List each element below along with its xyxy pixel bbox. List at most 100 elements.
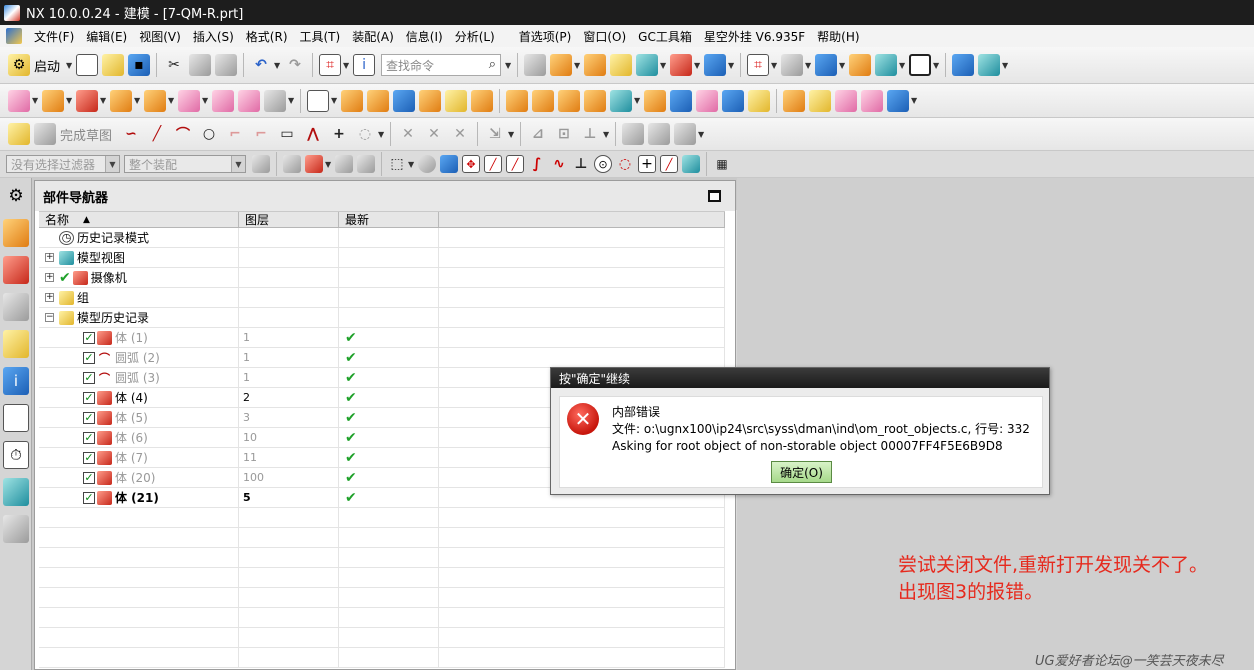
draft-icon[interactable] — [506, 89, 528, 112]
menu-edit[interactable]: 编辑(E) — [80, 28, 133, 45]
menu-info[interactable]: 信息(I) — [400, 28, 449, 45]
snap-face-icon[interactable] — [682, 155, 700, 173]
rectangle-icon[interactable]: ▭ — [276, 123, 298, 145]
background-dropdown-icon[interactable]: ▼ — [933, 61, 941, 70]
menu-gc-toolbox[interactable]: GC工具箱 — [632, 28, 698, 45]
sew-icon[interactable] — [644, 89, 666, 112]
column-name-header[interactable]: 名称 ▲ — [39, 212, 239, 227]
datum-axis-icon[interactable] — [42, 89, 64, 112]
intersect-icon[interactable] — [393, 89, 415, 112]
snap-center-icon[interactable]: ⊙ — [594, 155, 612, 173]
feature-checkbox[interactable]: ✓ — [83, 391, 95, 404]
history-icon[interactable] — [3, 404, 29, 432]
chamfer-icon[interactable] — [471, 89, 493, 112]
dialog-title-bar[interactable]: 按"确定"继续 — [551, 368, 1049, 388]
extrude-icon[interactable] — [110, 89, 132, 112]
unite-icon[interactable] — [341, 89, 363, 112]
spline-dropdown-icon[interactable]: ▼ — [378, 130, 386, 139]
feature-checkbox[interactable]: ✓ — [83, 411, 95, 424]
snap-endpoint-icon[interactable]: ✥ — [462, 155, 480, 173]
part-navigator-icon[interactable] — [3, 293, 29, 321]
split-body-icon[interactable] — [610, 89, 632, 112]
pattern-dropdown-icon[interactable]: ▼ — [288, 96, 296, 105]
start-button[interactable]: 启动 — [34, 56, 60, 75]
datum-axis-dropdown-icon[interactable]: ▼ — [66, 96, 74, 105]
start-icon[interactable]: ⚙ — [8, 54, 30, 76]
column-latest-header[interactable]: 最新 — [339, 212, 439, 227]
polygon-icon[interactable]: ⋀ — [302, 123, 324, 145]
fit-all-dropdown-icon[interactable]: ▼ — [771, 61, 779, 70]
menu-analysis[interactable]: 分析(L) — [449, 28, 501, 45]
snap-midpoint-icon[interactable]: ╱ — [506, 155, 524, 173]
paste-icon[interactable] — [215, 54, 238, 76]
finish-sketch-button[interactable]: 完成草图 — [60, 125, 112, 144]
shaded-dropdown-icon[interactable]: ▼ — [839, 61, 847, 70]
rapid-dimension-icon[interactable]: ⊡ — [553, 123, 575, 145]
hole-icon[interactable] — [178, 89, 200, 112]
block-icon[interactable] — [783, 89, 805, 112]
analysis-tool-icon[interactable] — [610, 54, 633, 76]
chevron-down-icon[interactable]: ▼ — [231, 156, 245, 172]
selection-scope-select[interactable]: 整个装配 ▼ — [124, 155, 246, 173]
fit-dropdown-icon[interactable]: ▼ — [343, 61, 351, 70]
finish-sketch-icon[interactable] — [34, 123, 56, 145]
boss-icon[interactable] — [212, 89, 234, 112]
auto-constraint-icon[interactable] — [648, 123, 671, 145]
new-file-icon[interactable] — [76, 54, 99, 76]
feature-row-arc-2[interactable]: ✓ ⌒ 圆弧 (2) 1 ✔ — [39, 348, 725, 368]
feature-row-body-1[interactable]: ✓ 体 (1) 1 ✔ — [39, 328, 725, 348]
feature-checkbox[interactable]: ✓ — [83, 371, 95, 384]
view-orient-icon[interactable] — [875, 54, 898, 76]
sheet-dropdown-icon[interactable]: ▼ — [331, 96, 339, 105]
render-dropdown-icon[interactable]: ▼ — [805, 61, 813, 70]
snap-point-icon[interactable]: + — [638, 155, 656, 173]
transform-dropdown-icon[interactable]: ▼ — [1002, 61, 1010, 70]
snap-icon[interactable] — [584, 54, 607, 76]
shaded-cube-icon[interactable] — [815, 54, 838, 76]
line-icon[interactable]: ╱ — [146, 123, 168, 145]
tree-row-groups[interactable]: + 组 — [39, 288, 725, 308]
feature-checkbox[interactable]: ✓ — [83, 451, 95, 464]
rectangle-select-icon[interactable]: ⬚ — [388, 155, 406, 173]
roles-icon[interactable] — [3, 515, 29, 543]
circle-icon[interactable]: ○ — [198, 123, 220, 145]
through-curves-icon[interactable] — [861, 89, 883, 112]
cube-select-icon[interactable] — [440, 155, 458, 173]
wcs-dropdown-icon[interactable]: ▼ — [574, 61, 582, 70]
blend-icon[interactable] — [445, 89, 467, 112]
spline-icon[interactable]: ◌ — [354, 123, 376, 145]
expand-toggle-icon[interactable]: + — [45, 253, 54, 262]
surface-dropdown-icon[interactable]: ▼ — [911, 96, 919, 105]
background-icon[interactable] — [909, 54, 932, 76]
menu-view[interactable]: 视图(V) — [133, 28, 187, 45]
revolve-dropdown-icon[interactable]: ▼ — [168, 96, 176, 105]
constraint-navigator-icon[interactable] — [3, 256, 29, 284]
studio-surface-icon[interactable] — [887, 89, 909, 112]
fit-all-icon[interactable]: ⌗ — [747, 54, 770, 76]
measure-icon[interactable] — [670, 54, 693, 76]
pocket-icon[interactable] — [238, 89, 260, 112]
extract-icon[interactable] — [748, 89, 770, 112]
thicken-icon[interactable] — [696, 89, 718, 112]
extrude-dropdown-icon[interactable]: ▼ — [134, 96, 142, 105]
menu-window[interactable]: 窗口(O) — [577, 28, 632, 45]
tree-row-cameras[interactable]: + ✔ 摄像机 — [39, 268, 725, 288]
menu-insert[interactable]: 插入(S) — [187, 28, 240, 45]
render-icon[interactable] — [781, 54, 804, 76]
constraint-icon[interactable]: ⊥ — [579, 123, 601, 145]
solid-body-icon[interactable] — [418, 155, 436, 173]
menu-tools[interactable]: 工具(T) — [294, 28, 347, 45]
rect-select-dropdown-icon[interactable]: ▼ — [408, 160, 416, 169]
sheet-icon[interactable] — [307, 89, 329, 112]
datum-plane-icon[interactable] — [8, 89, 30, 112]
menu-format[interactable]: 格式(R) — [240, 28, 294, 45]
type-filter-select[interactable]: 没有选择过滤器 ▼ — [6, 155, 120, 173]
arc-tool-icon[interactable]: ⌒ — [172, 123, 194, 145]
feature-checkbox[interactable]: ✓ — [83, 331, 95, 344]
quick-extend-icon[interactable]: ✕ — [423, 123, 445, 145]
feature-checkbox[interactable]: ✓ — [83, 491, 95, 504]
mirror-body-icon[interactable] — [722, 89, 744, 112]
save-icon[interactable]: ▪ — [128, 54, 151, 76]
split-dropdown-icon[interactable]: ▼ — [634, 96, 642, 105]
make-corner-icon[interactable]: ✕ — [449, 123, 471, 145]
